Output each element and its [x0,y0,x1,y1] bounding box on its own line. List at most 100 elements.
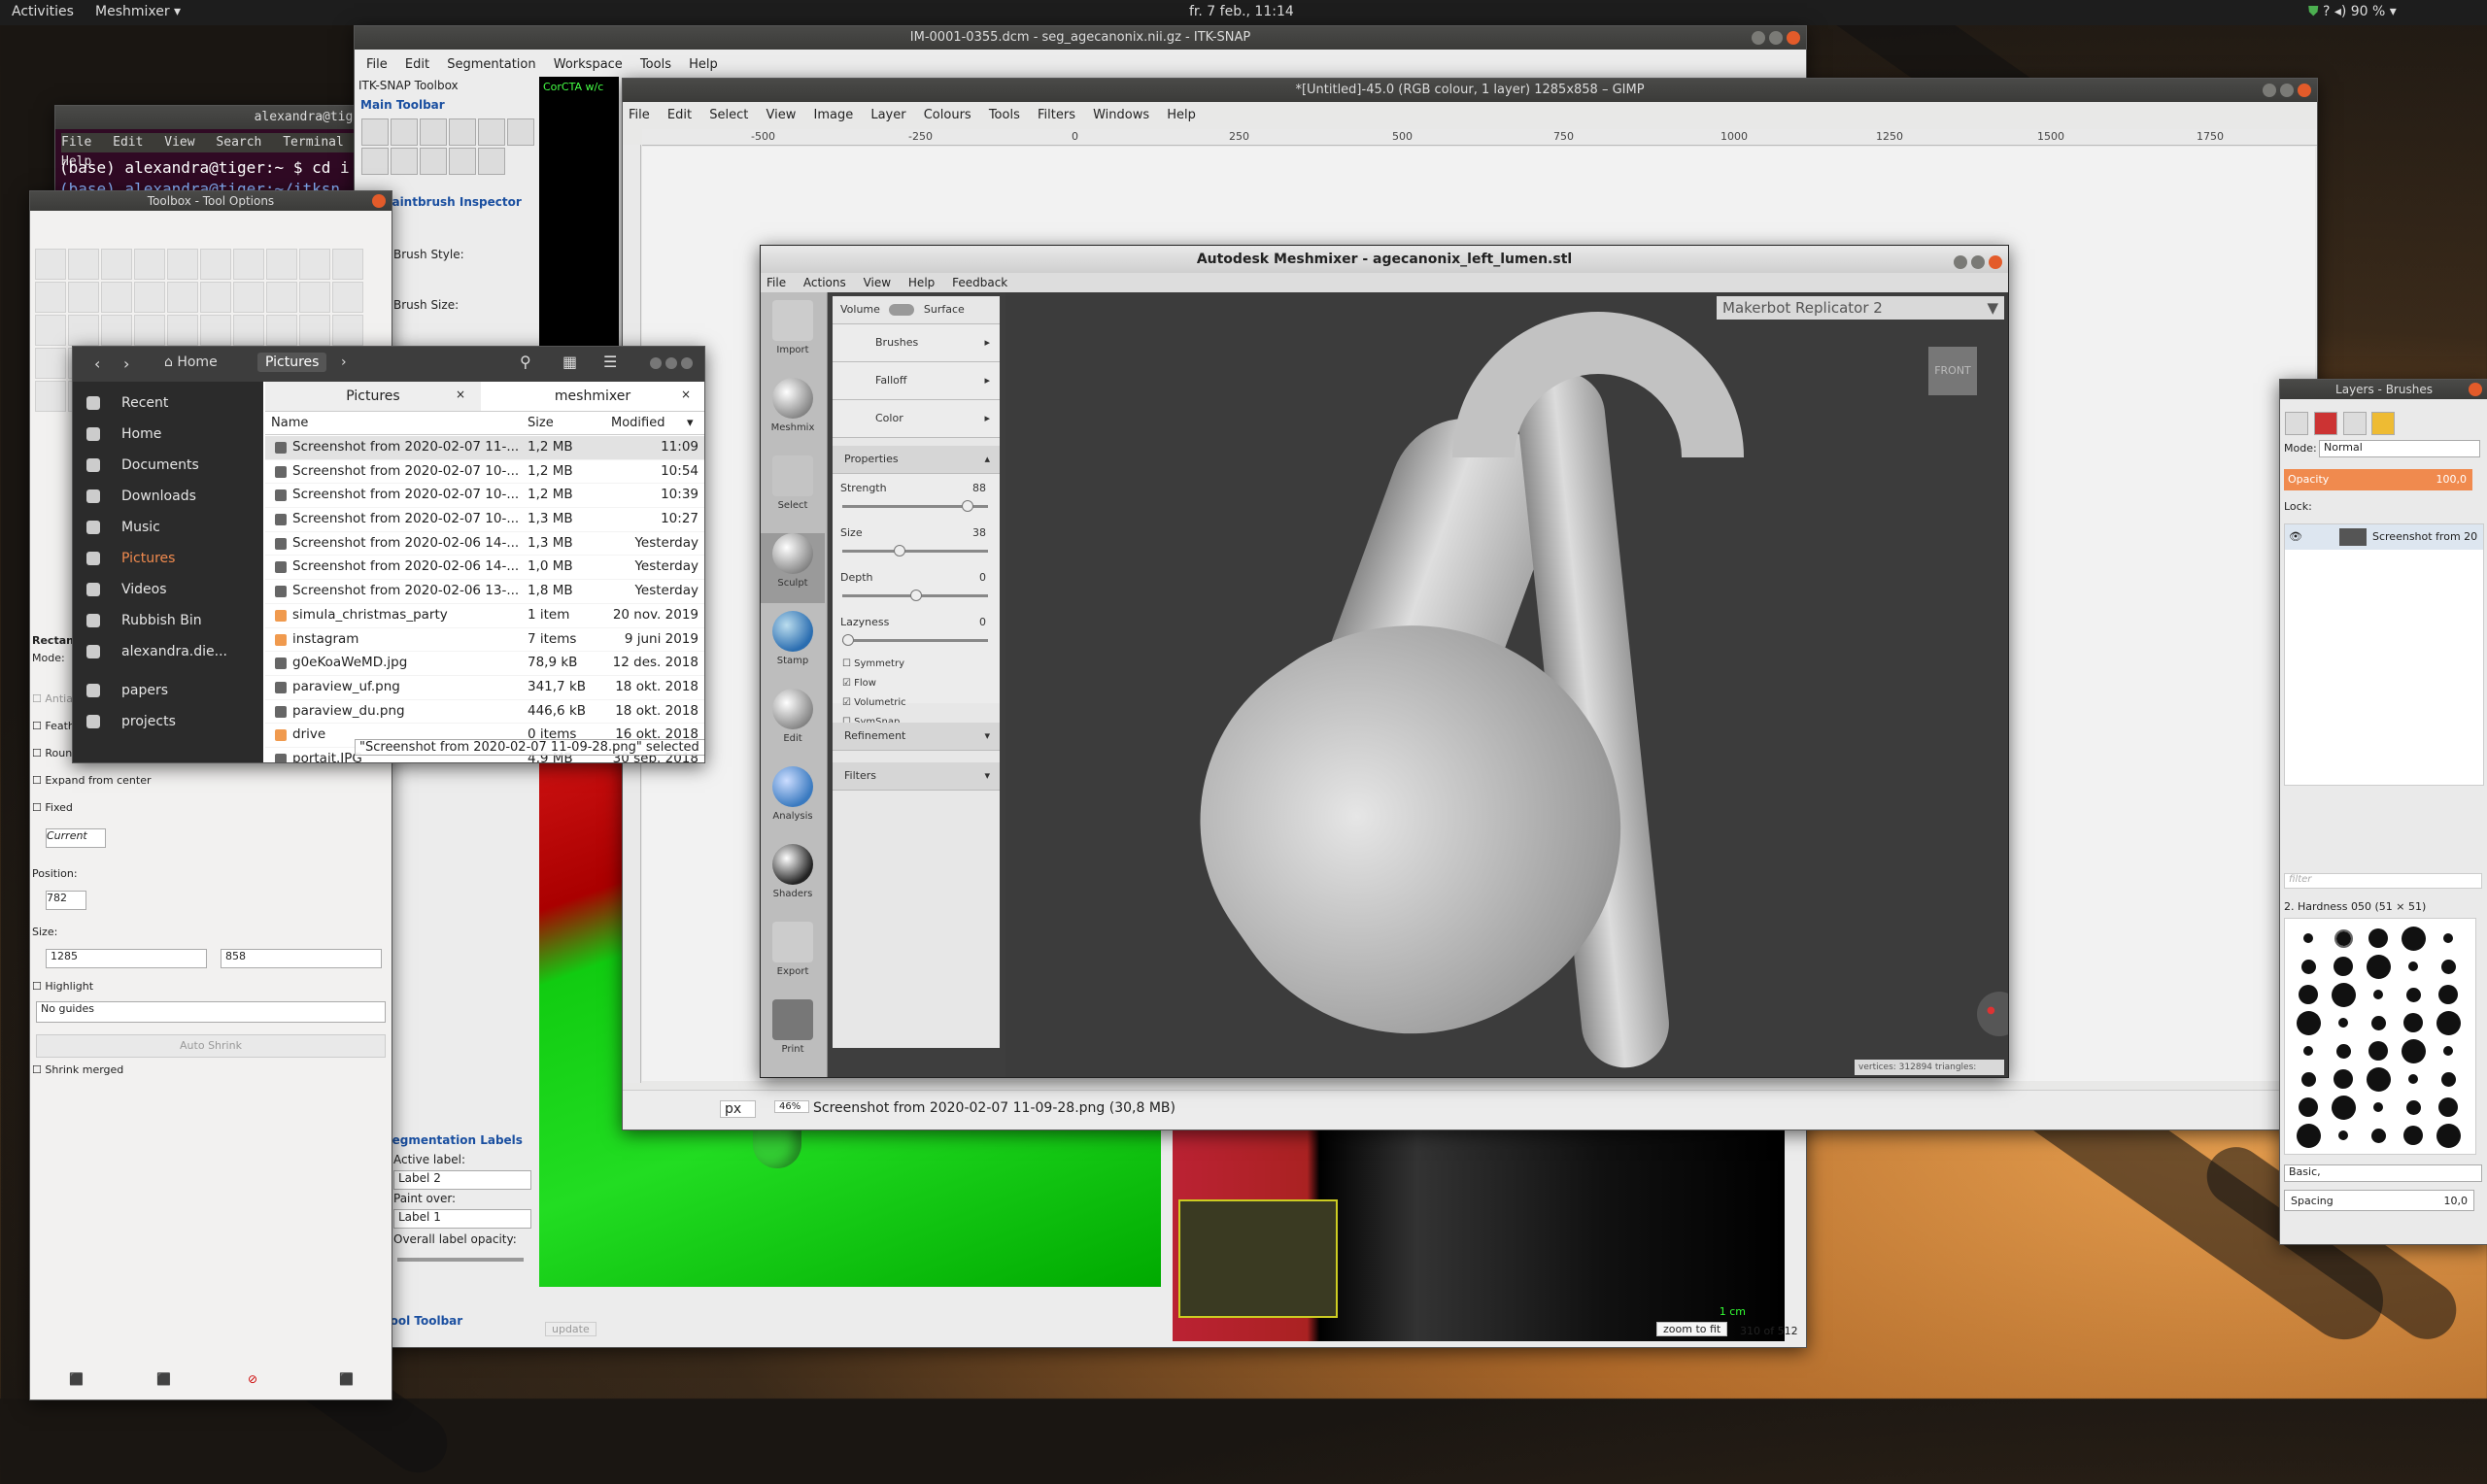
prop-slider[interactable] [842,634,988,646]
sidebar-item-rubbish-bin[interactable]: Rubbish Bin [73,605,263,636]
brush-swatch[interactable] [2368,1041,2388,1061]
menu-view[interactable]: View [864,276,891,289]
size-width-input[interactable]: 1285 [46,949,207,968]
tool-icon[interactable] [35,348,66,379]
tool-icon[interactable] [266,249,297,280]
tool-stamp[interactable]: Stamp [761,611,825,681]
terminal-window[interactable]: alexandra@tiger File Edit View Search Te… [54,105,377,204]
tool-icon[interactable] [233,249,264,280]
opacity-slider[interactable]: Opacity 100,0 [2284,469,2472,490]
mode-select[interactable]: Normal [2319,440,2480,457]
tool-icon[interactable] [299,282,330,313]
tool-import[interactable]: Import [761,300,825,370]
brush-swatch[interactable] [2408,1074,2418,1084]
brush-swatch[interactable] [2373,1102,2383,1112]
annotation-icon[interactable] [507,118,534,146]
maximize-icon[interactable] [1769,31,1783,45]
menu-edit[interactable]: Edit [667,106,692,125]
brush-swatch[interactable] [2366,1066,2391,1092]
brush-swatch[interactable] [2334,928,2353,948]
slider-knob[interactable] [894,545,906,556]
brush-swatch[interactable] [2370,1128,2386,1143]
column-name[interactable]: Name [271,413,308,434]
brush-swatch[interactable] [2443,933,2453,943]
paintbrush-icon[interactable] [449,118,476,146]
tool-icon[interactable] [35,315,66,346]
polygon-icon[interactable] [420,118,447,146]
file-row[interactable]: Screenshot from 2020-02-07 11-... 1,2 MB 1… [265,436,704,460]
tab-pictures[interactable]: Pictures [265,382,481,411]
fixed-checkbox[interactable]: ☐ Fixed [32,801,73,814]
brush-swatch[interactable] [2334,957,2353,976]
tool-sculpt[interactable]: Sculpt [761,533,825,603]
sidebar-item-videos[interactable]: Videos [73,574,263,605]
close-tab-icon[interactable]: × [681,388,691,401]
tool-icon[interactable] [35,282,66,313]
layers-icon[interactable] [420,148,447,175]
sidebar-item-music[interactable]: Music [73,512,263,543]
brushes-row[interactable]: Brushes ▸ [833,324,1000,362]
file-row[interactable]: Screenshot from 2020-02-07 10-... 1,2 MB 1… [265,460,704,485]
tool-icon[interactable] [167,315,198,346]
zoom-select[interactable]: 46% [774,1100,810,1113]
brush-swatch[interactable] [2436,1123,2461,1148]
paths-tab-icon[interactable] [2342,412,2367,435]
tool-icon[interactable] [266,315,297,346]
checkbox-volumetric[interactable]: ☑ Volumetric [842,697,906,708]
menu-help[interactable]: Help [689,55,718,75]
close-icon[interactable] [1787,31,1800,45]
tool-icon[interactable] [299,315,330,346]
minimize-icon[interactable] [1954,255,1967,269]
properties-header[interactable]: Properties ▴ [833,446,1000,474]
tool-icon[interactable] [167,249,198,280]
layers-tab-icon[interactable] [2285,412,2308,435]
tool-analysis[interactable]: Analysis [761,766,825,836]
opacity-slider[interactable] [397,1258,524,1262]
clock[interactable]: fr. 7 feb., 11:14 [1189,4,1294,19]
menu-file[interactable]: File [366,55,388,75]
maximize-icon[interactable] [2280,84,2294,97]
brush-swatch[interactable] [2366,954,2391,979]
close-tab-icon[interactable]: × [456,388,465,401]
back-icon[interactable]: ‹ [94,354,100,373]
forward-icon[interactable]: › [123,354,129,373]
brush-swatch[interactable] [2436,1010,2461,1035]
active-label-select[interactable]: Label 2 [393,1170,531,1190]
sidebar-item-alexandra-die-[interactable]: alexandra.die... [73,636,263,667]
tool-icon[interactable] [200,315,231,346]
tab-meshmixer[interactable]: meshmixer [483,382,702,411]
expand-checkbox[interactable]: ☐ Expand from center [32,774,151,787]
snake-icon[interactable] [478,118,505,146]
menu-help[interactable]: Help [1167,106,1196,125]
shrink-merged-checkbox[interactable]: ☐ Shrink merged [32,1063,123,1076]
menu-workspace[interactable]: Workspace [554,55,623,75]
toggle-switch[interactable] [889,304,915,316]
brush-swatch[interactable] [2440,1071,2456,1087]
tool-icon[interactable] [68,282,99,313]
tool-icon[interactable] [299,249,330,280]
prop-slider[interactable] [842,590,988,601]
sidebar-item-downloads[interactable]: Downloads [73,481,263,512]
thumbnail-inset[interactable] [1178,1199,1338,1318]
meshmixer-viewport[interactable]: Makerbot Replicator 2 ▼ FRONT ● vertices… [1005,292,2008,1077]
brush-swatch[interactable] [2405,987,2421,1002]
tool-icon[interactable] [101,315,132,346]
tool-shaders[interactable]: Shaders [761,844,825,914]
brush-filter-input[interactable]: filter [2284,873,2482,889]
brush-swatch[interactable] [2401,926,2426,951]
tool-icon[interactable] [332,282,363,313]
brush-swatch[interactable] [2303,1046,2313,1056]
brush-swatch[interactable] [2438,1097,2458,1117]
close-icon[interactable] [1989,255,2002,269]
zoom-to-fit-button[interactable]: zoom to fit [1656,1322,1728,1336]
brush-swatch[interactable] [2338,1130,2348,1140]
undo-icon[interactable] [361,148,389,175]
tool-export[interactable]: Export [761,922,825,992]
menu-filters[interactable]: Filters [1038,106,1075,125]
brush-swatch[interactable] [2334,1069,2353,1089]
brush-swatch[interactable] [2300,959,2316,974]
file-row[interactable]: Screenshot from 2020-02-07 10-... 1,2 MB 1… [265,484,704,509]
sidebar-item-projects[interactable]: projects [73,706,263,737]
brush-swatch[interactable] [2443,1046,2453,1056]
menu-colours[interactable]: Colours [924,106,971,125]
